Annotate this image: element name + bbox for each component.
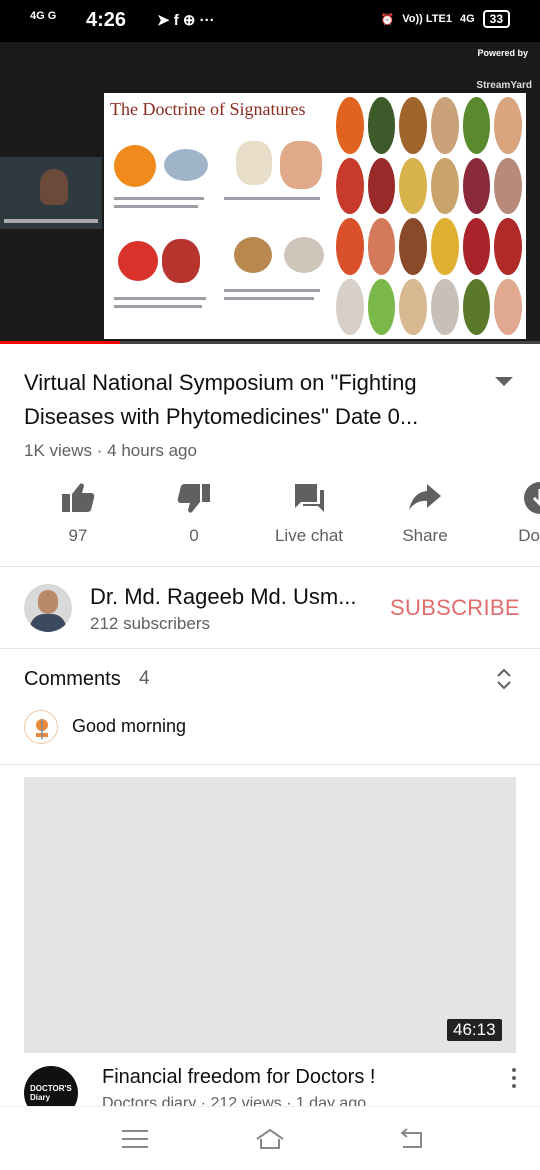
expand-description-icon[interactable]	[495, 377, 513, 386]
status-bar: 4G G 4:26 ➤ f ⊕ ··· ⏰ Vo)) LTE1 4G 33	[0, 0, 540, 42]
progress-bar[interactable]	[0, 341, 540, 344]
video-meta: 1K views · 4 hours ago	[24, 441, 197, 461]
video-title[interactable]: Virtual National Symposium on "Fighting …	[24, 366, 474, 434]
channel-avatar[interactable]	[24, 584, 72, 632]
comments-heading[interactable]: Comments	[24, 668, 121, 691]
provider-logo: StreamYard	[476, 80, 532, 91]
divider	[0, 566, 540, 567]
download-button[interactable]: Down	[482, 480, 540, 546]
next-video-meta: Doctors diary · 212 views · 1 day ago	[102, 1095, 367, 1106]
thumbs-up-icon	[62, 483, 95, 512]
like-count: 97	[68, 526, 88, 545]
back-icon[interactable]	[397, 1127, 427, 1151]
next-channel-avatar-text: DOCTOR'S Diary	[30, 1084, 72, 1102]
live-chat-label: Live chat	[274, 526, 344, 545]
webcam-feed	[0, 157, 102, 229]
share-icon	[409, 484, 441, 510]
slide-title: The Doctrine of Signatures	[110, 99, 306, 119]
subscribe-button[interactable]: SUBSCRIBE	[390, 595, 520, 621]
system-nav-bar	[0, 1106, 540, 1170]
subscriber-count: 212 subscribers	[90, 614, 211, 633]
live-chat-button[interactable]: Live chat	[251, 480, 367, 546]
ear-image	[280, 141, 322, 189]
home-icon[interactable]	[255, 1127, 285, 1151]
battery-indicator: 33	[482, 10, 510, 28]
brain-image	[284, 237, 324, 273]
live-chat-icon	[295, 484, 324, 512]
walnut-image	[234, 237, 272, 273]
comments-count: 4	[139, 668, 150, 689]
thumbs-down-icon	[177, 484, 210, 513]
sort-icon[interactable]	[495, 666, 513, 692]
clock: 4:26	[86, 9, 127, 31]
alarm-icon: ⏰	[380, 13, 395, 26]
heart-image	[162, 239, 200, 283]
like-button[interactable]: 97	[20, 480, 136, 546]
progress-fill	[0, 341, 120, 344]
video-duration: 46:13	[447, 1019, 502, 1041]
medical-logo-icon	[36, 719, 48, 739]
share-label: Share	[402, 526, 448, 545]
top-comment[interactable]: Good morning	[72, 716, 186, 737]
meta-separator: ·	[96, 441, 103, 460]
next-video-title[interactable]: Financial freedom for Doctors !	[102, 1066, 492, 1089]
signal-indicator: 4G G	[30, 10, 57, 22]
commenter-avatar	[24, 710, 58, 744]
action-bar: 97 0 Live chat Share Down	[0, 480, 540, 560]
upload-age: 4 hours ago	[107, 441, 197, 460]
menu-icon[interactable]	[120, 1127, 150, 1151]
dislike-count: 0	[189, 526, 199, 545]
share-button[interactable]: Share	[367, 480, 483, 546]
divider	[0, 648, 540, 649]
view-count: 1K views	[24, 441, 93, 460]
divider	[0, 764, 540, 765]
speaker-name-bar	[4, 219, 98, 223]
notification-icons: ➤ f ⊕ ···	[157, 12, 215, 29]
download-icon	[524, 482, 540, 514]
dislike-button[interactable]: 0	[136, 480, 252, 546]
more-options-icon[interactable]	[508, 1068, 520, 1090]
download-label: Down	[518, 526, 540, 545]
video-player[interactable]: Powered by StreamYard The Doctrine of Si…	[0, 42, 540, 344]
speaker-video	[40, 169, 68, 205]
tomato-image	[118, 241, 158, 281]
video-thumbnail[interactable]	[24, 777, 516, 1053]
eye-image	[164, 149, 208, 181]
status-right: ⏰ Vo)) LTE1 4G 33	[381, 10, 510, 28]
orange-image	[114, 145, 156, 187]
lte-indicator: Vo)) LTE1	[402, 13, 452, 25]
mushroom-image	[236, 141, 272, 185]
signature-grid	[336, 97, 522, 335]
presentation-slide: The Doctrine of Signatures	[104, 93, 526, 339]
network-indicator: 4G	[459, 13, 475, 25]
channel-name[interactable]: Dr. Md. Rageeb Md. Usm...	[90, 584, 380, 610]
powered-by-label: Powered by	[477, 48, 528, 58]
